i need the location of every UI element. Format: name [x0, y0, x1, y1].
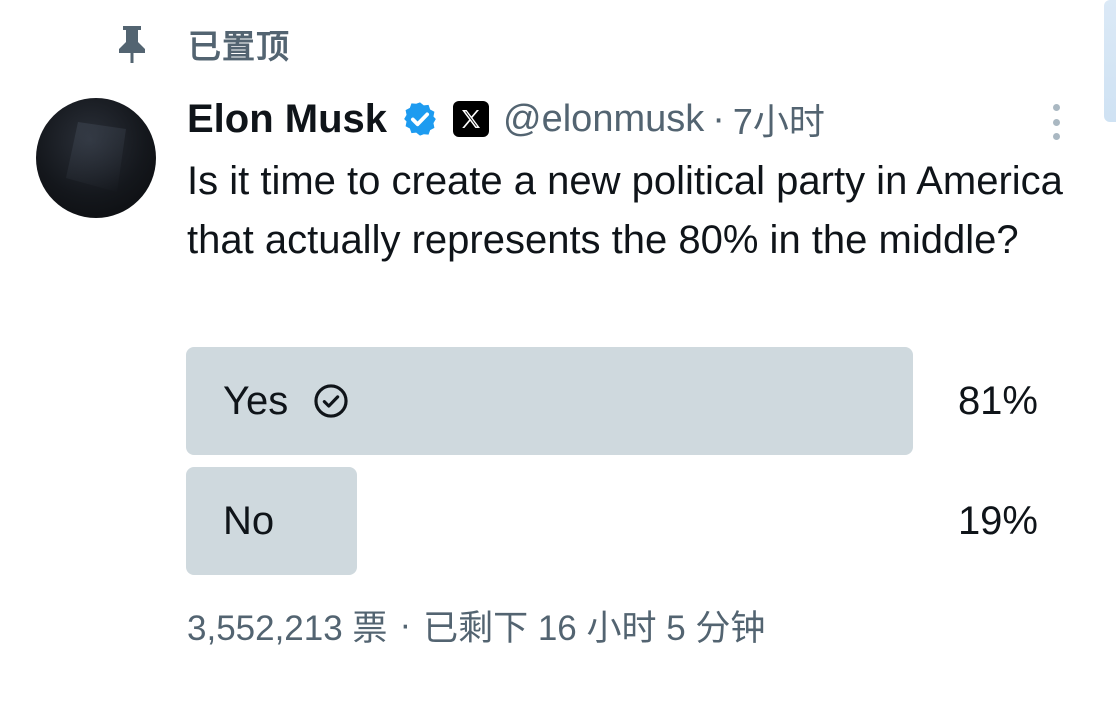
separator: · — [399, 605, 412, 644]
check-circle-icon — [312, 382, 350, 420]
tweet-text: Is it time to create a new political par… — [187, 159, 1063, 262]
poll-percentage: 81% — [957, 378, 1038, 423]
vote-count: 3,552,213 票 — [187, 608, 388, 648]
tweet-card[interactable]: 已置顶 Elon Musk @elonmusk · 7小时 Is it time… — [0, 0, 1116, 705]
author-name[interactable]: Elon Musk — [187, 97, 387, 142]
avatar[interactable] — [36, 98, 156, 218]
poll-option-label: Yes — [223, 347, 350, 455]
poll-percentage: 19% — [957, 498, 1038, 543]
poll-option-no[interactable]: No 19% — [186, 467, 1038, 575]
more-vertical-icon[interactable] — [1044, 100, 1068, 144]
scrollbar[interactable] — [1104, 0, 1116, 122]
poll-option-text: No — [223, 498, 275, 543]
verified-icon[interactable] — [401, 100, 439, 138]
pin-icon — [112, 22, 152, 66]
poll-option-label: No — [223, 467, 274, 575]
timestamp[interactable]: 7小时 — [733, 93, 825, 145]
poll-option-yes[interactable]: Yes 81% — [186, 347, 1038, 455]
poll-option-text: Yes — [223, 378, 289, 423]
x-logo-icon[interactable] — [453, 101, 490, 137]
poll-footer: 3,552,213 票 · 已剩下 16 小时 5 分钟 — [187, 600, 765, 650]
pinned-indicator: 已置顶 — [112, 22, 290, 66]
separator: · — [712, 97, 725, 140]
author-handle[interactable]: @elonmusk — [503, 98, 704, 141]
time-remaining: 已剩下 16 小时 5 分钟 — [423, 608, 766, 648]
pinned-label: 已置顶 — [188, 28, 290, 65]
tweet-header: Elon Musk @elonmusk · 7小时 — [187, 94, 825, 144]
